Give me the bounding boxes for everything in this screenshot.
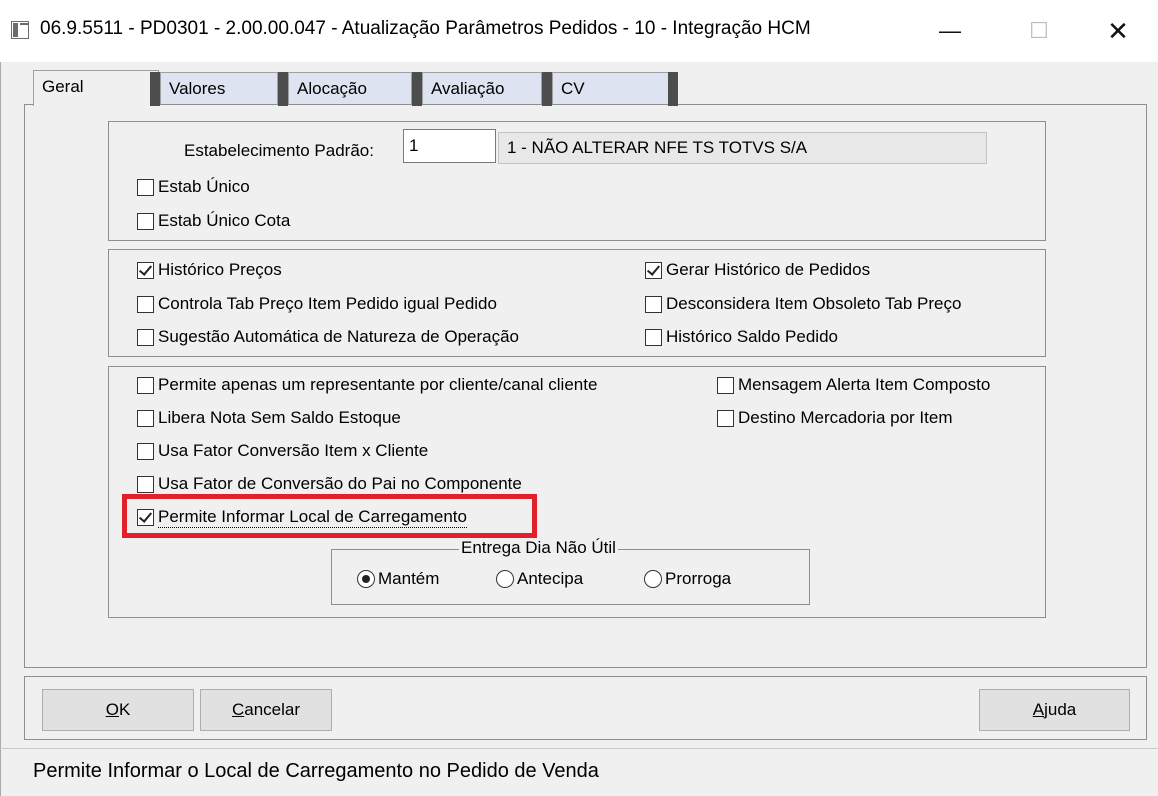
checkbox-label: Estab Único xyxy=(158,177,250,196)
estab-input[interactable]: 1 xyxy=(403,129,496,163)
window-icon xyxy=(11,21,29,39)
maximize-button[interactable]: ☐ xyxy=(1017,14,1061,48)
checkbox-box xyxy=(137,376,154,394)
radio-circle xyxy=(357,570,375,588)
minimize-button[interactable]: — xyxy=(928,14,972,48)
ok-button[interactable]: OK xyxy=(42,689,194,731)
accelerator-key: A xyxy=(1032,700,1045,719)
checkbox-label: Destino Mercadoria por Item xyxy=(738,408,953,427)
tab-separator xyxy=(542,72,552,106)
radio-antecipa[interactable]: Antecipa xyxy=(496,569,583,589)
tab-alocacao[interactable]: Alocação xyxy=(288,72,412,104)
usa-fator-pai-checkbox[interactable]: Usa Fator de Conversão do Pai no Compone… xyxy=(137,474,522,494)
checkbox-box xyxy=(137,328,154,346)
checkbox-label: Histórico Preços xyxy=(158,260,282,279)
checkbox-label: Sugestão Automática de Natureza de Opera… xyxy=(158,327,520,346)
tab-separator xyxy=(668,72,678,106)
controla-tab-checkbox[interactable]: Controla Tab Preço Item Pedido igual Ped… xyxy=(137,294,497,314)
checkbox-box xyxy=(137,475,154,493)
window-title: 06.9.5511 - PD0301 - 2.00.00.047 - Atual… xyxy=(40,18,811,39)
historico-precos-checkbox[interactable]: Histórico Preços xyxy=(137,260,282,280)
tab-cv[interactable]: CV xyxy=(552,72,670,104)
button-label: juda xyxy=(1044,700,1077,719)
checkbox-label: Usa Fator de Conversão do Pai no Compone… xyxy=(158,474,522,493)
permite-representante-checkbox[interactable]: Permite apenas um representante por clie… xyxy=(137,375,597,395)
sugestao-checkbox[interactable]: Sugestão Automática de Natureza de Opera… xyxy=(137,327,519,347)
checkbox-label: Mensagem Alerta Item Composto xyxy=(738,375,991,394)
checkbox-box xyxy=(137,178,154,196)
cancel-button[interactable]: Cancelar xyxy=(200,689,332,731)
tab-geral[interactable]: Geral xyxy=(33,70,159,106)
radio-label: Mantém xyxy=(378,569,440,588)
checkbox-box xyxy=(645,261,662,279)
checkbox-label: Usa Fator Conversão Item x Cliente xyxy=(158,441,429,460)
tab-separator xyxy=(412,72,422,106)
checkbox-box xyxy=(137,409,154,427)
libera-nota-checkbox[interactable]: Libera Nota Sem Saldo Estoque xyxy=(137,408,401,428)
checkbox-label: Gerar Histórico de Pedidos xyxy=(666,260,871,279)
estab-unico-checkbox[interactable]: Estab Único xyxy=(137,177,250,197)
accelerator-key: C xyxy=(231,700,245,719)
checkbox-label: Histórico Saldo Pedido xyxy=(666,327,838,346)
checkbox-box xyxy=(645,328,662,346)
gerar-historico-checkbox[interactable]: Gerar Histórico de Pedidos xyxy=(645,260,870,280)
historico-saldo-checkbox[interactable]: Histórico Saldo Pedido xyxy=(645,327,838,347)
tab-valores[interactable]: Valores xyxy=(160,72,278,104)
radio-circle xyxy=(496,570,514,588)
desconsidera-checkbox[interactable]: Desconsidera Item Obsoleto Tab Preço xyxy=(645,294,961,314)
radio-mantem[interactable]: Mantém xyxy=(357,569,439,589)
checkbox-box xyxy=(137,295,154,313)
tab-separator xyxy=(150,72,160,106)
help-button[interactable]: Ajuda xyxy=(979,689,1130,731)
status-text: Permite Informar o Local de Carregamento… xyxy=(33,760,599,782)
entrega-legend: Entrega Dia Não Útil xyxy=(459,538,618,558)
mensagem-alerta-checkbox[interactable]: Mensagem Alerta Item Composto xyxy=(717,375,990,395)
accelerator-key: O xyxy=(105,700,119,719)
tab-separator xyxy=(278,72,288,106)
checkbox-label: Controla Tab Preço Item Pedido igual Ped… xyxy=(158,294,497,313)
destino-mercadoria-checkbox[interactable]: Destino Mercadoria por Item xyxy=(717,408,952,428)
checkbox-label: Estab Único Cota xyxy=(158,211,291,230)
checkbox-box xyxy=(137,212,154,230)
button-label: K xyxy=(118,700,131,719)
tab-avaliacao[interactable]: Avaliação xyxy=(422,72,542,104)
close-button[interactable]: ✕ xyxy=(1096,14,1140,48)
checkbox-box xyxy=(717,409,734,427)
button-label: ancelar xyxy=(244,700,301,719)
checkbox-box xyxy=(645,295,662,313)
checkbox-label: Libera Nota Sem Saldo Estoque xyxy=(158,408,401,427)
checkbox-label: Desconsidera Item Obsoleto Tab Preço xyxy=(666,294,962,313)
estab-description: 1 - NÃO ALTERAR NFE TS TOTVS S/A xyxy=(498,132,987,164)
radio-label: Prorroga xyxy=(665,569,732,588)
checkbox-box xyxy=(137,261,154,279)
radio-label: Antecipa xyxy=(517,569,584,588)
checkbox-box xyxy=(137,442,154,460)
highlight-box xyxy=(122,494,537,538)
estab-unico-cota-checkbox[interactable]: Estab Único Cota xyxy=(137,211,290,231)
estab-label: Estabelecimento Padrão: xyxy=(184,141,374,160)
radio-circle xyxy=(644,570,662,588)
checkbox-label: Permite apenas um representante por clie… xyxy=(158,375,598,394)
usa-fator-checkbox[interactable]: Usa Fator Conversão Item x Cliente xyxy=(137,441,428,461)
radio-prorroga[interactable]: Prorroga xyxy=(644,569,731,589)
checkbox-box xyxy=(717,376,734,394)
